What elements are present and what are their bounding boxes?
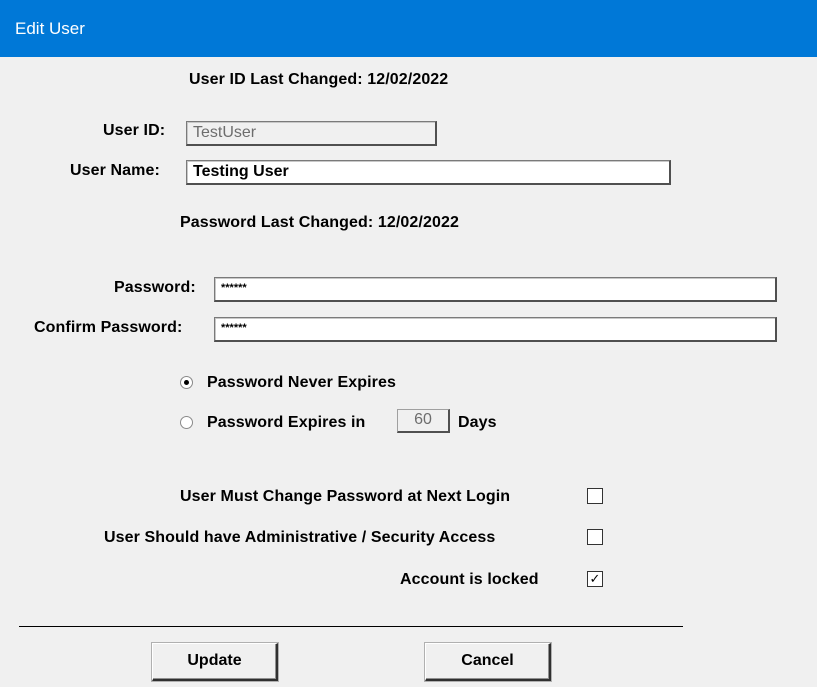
account-locked-label: Account is locked bbox=[400, 571, 539, 588]
must-change-checkbox[interactable] bbox=[587, 488, 603, 504]
radio-selected-dot bbox=[184, 380, 189, 385]
admin-access-label: User Should have Administrative / Securi… bbox=[104, 529, 496, 546]
confirm-password-label: Confirm Password: bbox=[34, 319, 183, 336]
must-change-label: User Must Change Password at Next Login bbox=[180, 488, 511, 505]
user-name-field[interactable]: Testing User bbox=[186, 160, 671, 185]
expires-in-radio[interactable] bbox=[180, 416, 193, 429]
update-button[interactable]: Update bbox=[152, 643, 278, 681]
admin-access-checkbox[interactable] bbox=[587, 529, 603, 545]
checkmark-icon: ✓ bbox=[589, 571, 601, 586]
account-locked-checkbox[interactable]: ✓ bbox=[587, 571, 603, 587]
never-expires-label[interactable]: Password Never Expires bbox=[207, 374, 396, 392]
days-label: Days bbox=[458, 414, 497, 431]
user-id-field[interactable]: TestUser bbox=[186, 121, 437, 146]
window-titlebar: Edit User bbox=[0, 0, 817, 57]
password-field[interactable]: ****** bbox=[214, 277, 777, 302]
cancel-button[interactable]: Cancel bbox=[425, 643, 551, 681]
user-id-label: User ID: bbox=[103, 122, 166, 139]
user-id-last-changed-text: User ID Last Changed: 12/02/2022 bbox=[189, 71, 449, 88]
user-name-label: User Name: bbox=[70, 162, 160, 179]
window-title: Edit User bbox=[15, 19, 85, 38]
never-expires-radio[interactable] bbox=[180, 376, 193, 389]
password-label: Password: bbox=[114, 279, 196, 296]
expire-days-field[interactable]: 60 bbox=[397, 409, 450, 433]
expires-in-label[interactable]: Password Expires in bbox=[207, 414, 365, 432]
confirm-password-field[interactable]: ****** bbox=[214, 317, 777, 342]
password-last-changed-text: Password Last Changed: 12/02/2022 bbox=[180, 214, 459, 231]
divider bbox=[19, 626, 683, 627]
